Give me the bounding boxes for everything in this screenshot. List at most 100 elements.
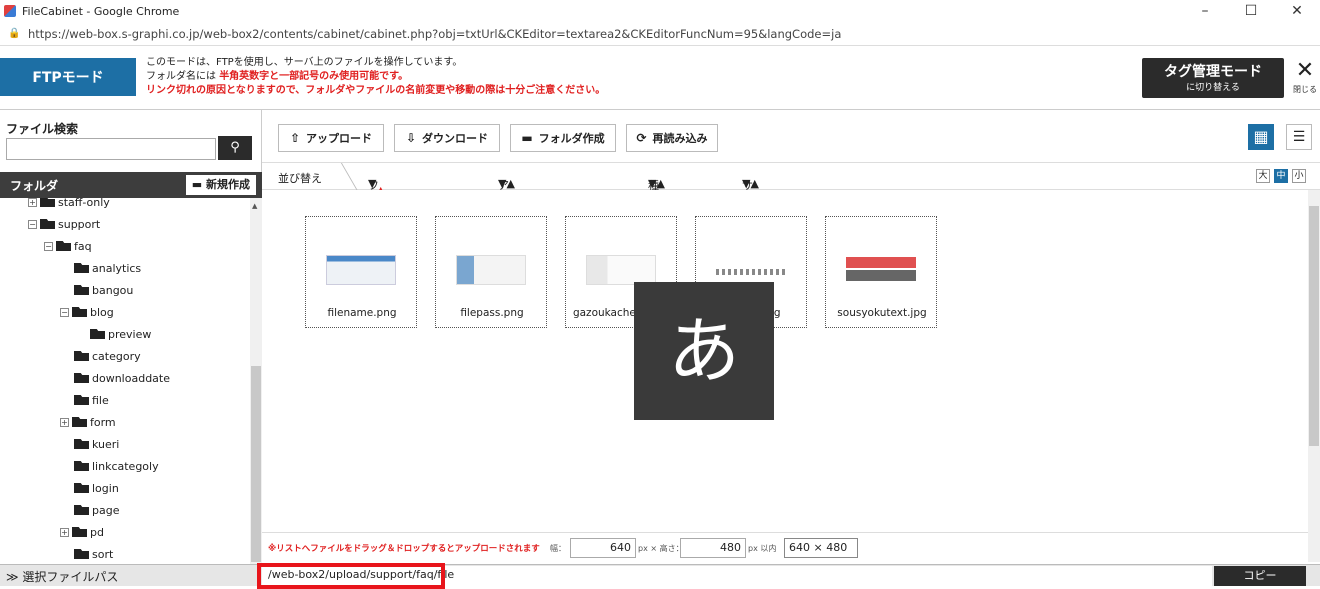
create-folder-button[interactable]: ▬ フォルダ作成 — [510, 124, 616, 152]
folder-icon — [56, 241, 71, 251]
tree-item-blog[interactable]: − blog — [60, 302, 114, 322]
width-input[interactable]: 640 — [570, 538, 636, 558]
lock-icon: 🔒 — [8, 28, 21, 39]
file-search-input[interactable] — [6, 138, 216, 160]
folder-plus-icon: ▬ — [191, 178, 203, 191]
thumb-size-large[interactable]: 大 — [1256, 169, 1270, 183]
notice-line1: このモードは、FTPを使用し、サーバ上のファイルを操作しています。 — [146, 57, 463, 68]
list-icon: ☰ — [1292, 129, 1306, 145]
tree-item-downloaddate[interactable]: downloaddate — [74, 368, 170, 388]
tree-item-category[interactable]: category — [74, 346, 141, 366]
download-button[interactable]: ⇩ ダウンロード — [394, 124, 500, 152]
scroll-up-icon[interactable]: ▲ — [252, 202, 257, 210]
sort-arrows: ▼▲ — [742, 177, 759, 190]
close-label: 閉じる — [1293, 85, 1317, 94]
tag-mode-sublabel: に切り替える — [1186, 83, 1240, 93]
folder-icon — [74, 351, 89, 361]
new-folder-button[interactable]: ▬ 新規作成 — [185, 175, 256, 195]
folder-icon — [72, 417, 87, 427]
content-scroll-thumb[interactable] — [1309, 206, 1319, 446]
tree-item-file[interactable]: file — [74, 390, 109, 410]
app-icon — [4, 5, 16, 17]
folder-icon — [40, 198, 55, 207]
ime-indicator: あ — [634, 282, 774, 420]
reload-button[interactable]: ⟳ 再読み込み — [626, 124, 718, 152]
tree-item-label: form — [90, 415, 116, 429]
minimize-button[interactable]: – — [1182, 0, 1228, 22]
file-preview-image — [716, 269, 786, 275]
grid-view-button[interactable]: ▦ — [1248, 124, 1274, 150]
tree-item-preview[interactable]: preview — [90, 324, 151, 344]
tree-item-page[interactable]: page — [74, 500, 119, 520]
tree-item-faq[interactable]: − faq — [44, 236, 92, 256]
size-preset-select[interactable]: 640 × 480 ⌄ — [784, 538, 858, 572]
grid-icon: ▦ — [1253, 127, 1269, 146]
file-name: filename.png — [327, 307, 397, 319]
folder-icon — [74, 461, 89, 471]
maximize-button[interactable]: ☐ — [1228, 0, 1274, 22]
tree-item-form[interactable]: + form — [60, 412, 116, 432]
height-input[interactable]: 480 — [680, 538, 746, 558]
tree-item-label: downloaddate — [92, 371, 170, 385]
tree-item-linkcategoly[interactable]: linkcategoly — [74, 456, 159, 476]
collapse-icon[interactable]: − — [60, 307, 69, 317]
folder-icon — [90, 329, 105, 339]
close-window-button[interactable]: ✕ — [1274, 0, 1320, 22]
expand-icon[interactable]: + — [28, 198, 37, 207]
collapse-icon[interactable]: − — [44, 241, 53, 251]
sort-bar: 並び替え ファイル名 ▼▲ アップロード日 ▼▲ 種類 ▼▲ サイズ ▼▲ 大 … — [262, 162, 1320, 288]
tree-item-sort[interactable]: sort — [74, 544, 113, 564]
url-text[interactable]: https://web-box.s-graphi.co.jp/web-box2/… — [28, 27, 841, 41]
folder-icon — [74, 505, 89, 515]
tree-item-label: kueri — [92, 437, 120, 451]
tree-item-staff-only[interactable]: + staff-only — [28, 198, 110, 212]
file-thumbnail[interactable]: filename.png — [305, 216, 417, 328]
folder-header: フォルダ ▬ 新規作成 — [0, 172, 262, 198]
tree-item-label: page — [92, 503, 120, 517]
highlight-box — [257, 563, 445, 589]
tree-item-bangou[interactable]: bangou — [74, 280, 133, 300]
window-controls: – ☐ ✕ — [1182, 0, 1320, 22]
notice-line3: リンク切れの原因となりますので、フォルダやファイルの名前変更や移動の際は十分ご注… — [146, 85, 606, 96]
sort-arrows: ▼▲ — [498, 177, 515, 190]
file-preview-image — [456, 255, 526, 285]
search-button[interactable]: ⚲ — [218, 136, 252, 160]
folder-icon — [74, 439, 89, 449]
browser-titlebar: FileCabinet - Google Chrome – ☐ ✕ — [0, 0, 1320, 22]
url-bar[interactable]: 🔒 https://web-box.s-graphi.co.jp/web-box… — [0, 22, 1320, 46]
folder-icon — [74, 285, 89, 295]
sort-arrows: ▼▲ — [648, 177, 665, 190]
tree-scrollbar[interactable]: ▲ — [250, 198, 262, 564]
copy-button[interactable]: コピー — [1214, 566, 1306, 586]
tree-scroll-thumb[interactable] — [251, 366, 261, 562]
window-title: FileCabinet - Google Chrome — [22, 4, 180, 18]
upload-button[interactable]: ⇧ アップロード — [278, 124, 384, 152]
upload-label: アップロード — [306, 132, 373, 145]
thumb-size-medium[interactable]: 中 — [1274, 169, 1288, 183]
folder-icon — [72, 307, 87, 317]
file-preview-image — [846, 257, 916, 281]
expand-icon[interactable]: + — [60, 527, 69, 537]
tree-item-login[interactable]: login — [74, 478, 119, 498]
tree-item-kueri[interactable]: kueri — [74, 434, 119, 454]
chevron-divider — [327, 163, 359, 191]
expand-icon[interactable]: + — [60, 417, 69, 427]
tree-item-analytics[interactable]: analytics — [74, 258, 141, 278]
file-grid: filename.png filepass.png gazoukacheck.p… — [262, 190, 1308, 532]
sort-arrows: ▼▲ — [368, 177, 385, 197]
mode-notice: このモードは、FTPを使用し、サーバ上のファイルを操作しています。 フォルダ名に… — [146, 56, 605, 98]
close-button[interactable]: ✕ 閉じる — [1290, 58, 1320, 98]
file-thumbnail[interactable]: filepass.png — [435, 216, 547, 328]
switch-tag-mode-button[interactable]: タグ管理モード に切り替える — [1142, 58, 1284, 98]
file-preview-image — [326, 255, 396, 285]
file-name: sousyokutext.jpg — [837, 307, 927, 319]
collapse-icon[interactable]: − — [28, 219, 37, 229]
file-thumbnail[interactable]: sousyokutext.jpg — [825, 216, 937, 328]
folder-icon — [40, 219, 55, 229]
list-view-button[interactable]: ☰ — [1286, 124, 1312, 150]
thumb-size-small[interactable]: 小 — [1292, 169, 1306, 183]
tree-item-label: login — [92, 481, 119, 495]
content-scrollbar[interactable] — [1308, 190, 1320, 562]
tree-item-support[interactable]: − support — [28, 214, 100, 234]
tree-item-pd[interactable]: + pd — [60, 522, 104, 542]
